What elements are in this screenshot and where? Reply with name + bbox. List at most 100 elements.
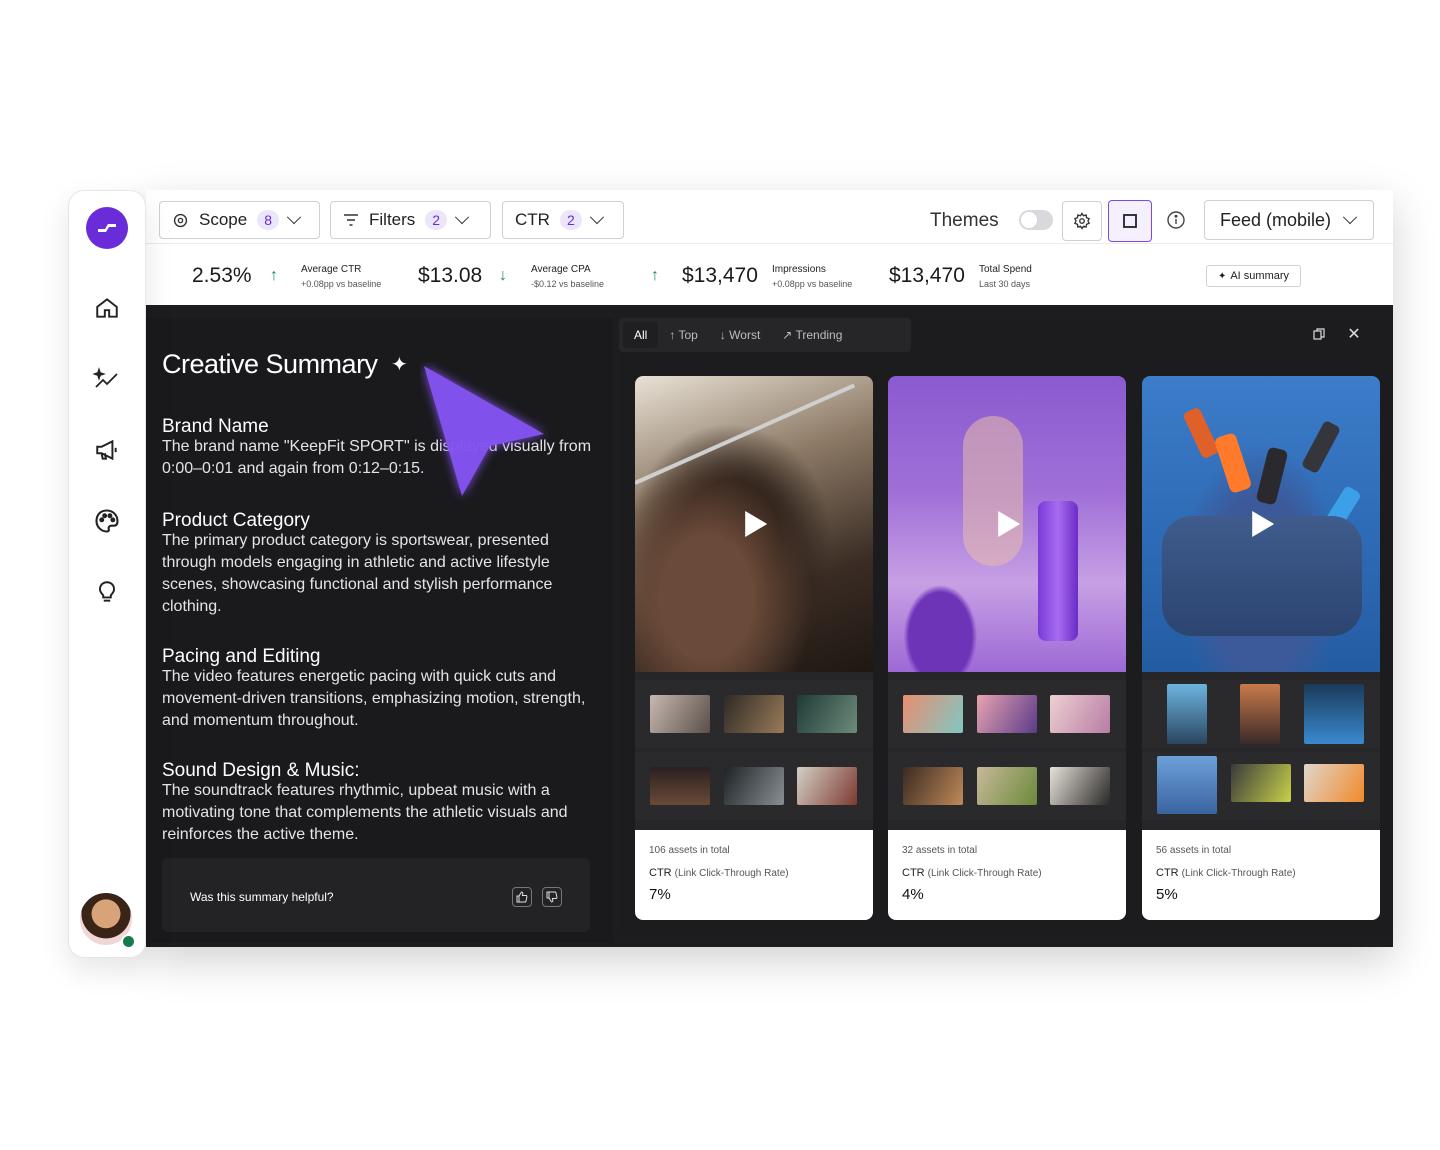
metric-value: 7% [649,886,671,903]
metric-sub: +0.08pp vs baseline [772,279,853,289]
play-button[interactable] [745,511,768,537]
trending-icon: ↗ [782,328,793,342]
thumbnail[interactable] [1050,695,1110,733]
close-icon[interactable]: ✕ [1346,326,1362,343]
tab-all[interactable]: All [623,322,659,348]
metric-name: CTR (Link Click-Through Rate) [902,867,1112,879]
thumbnail[interactable] [650,695,710,733]
sparkle-icon: ✦ [391,354,408,376]
home-icon[interactable] [92,293,122,323]
metric-label: Total Spend [979,264,1032,275]
tab-worst[interactable]: ↓ Worst [709,322,771,348]
thumbnail[interactable] [1157,756,1217,814]
copy-icon[interactable] [1311,326,1327,342]
section-heading: Sound Design & Music: [162,760,360,781]
thumbnail-row [1142,752,1380,820]
thumbnail[interactable] [903,767,963,805]
filter-tabs: All ↑ Top ↓ Worst ↗ Trending [619,318,911,352]
sidebar [68,190,146,958]
filters-count-badge: 2 [425,210,448,230]
ctr-label: CTR [515,210,550,229]
metric-full-label: (Link Click-Through Rate) [1181,868,1296,879]
arrow-up-icon: ↑ [651,267,659,284]
sparkle-chart-icon[interactable] [92,364,122,394]
feed-select-value: Feed (mobile) [1220,209,1332,230]
megaphone-icon[interactable] [92,435,122,465]
thumbnail-row [635,752,873,820]
metrics-bar: 2.53% ↑ Average CTR +0.08pp vs baseline … [146,245,1393,305]
thumbnail[interactable] [1231,764,1291,802]
feed-placement-select[interactable]: Feed (mobile) [1204,200,1374,240]
thumbnail[interactable] [977,695,1037,733]
lightbulb-icon[interactable] [92,577,122,607]
section-body: The video features energetic pacing with… [162,668,586,729]
scope-dropdown[interactable]: Scope 8 [159,201,320,239]
ctr-dropdown[interactable]: CTR 2 [502,201,624,239]
thumbnail[interactable] [724,767,784,805]
thumbnail[interactable] [724,695,784,733]
thumbnail[interactable] [797,767,857,805]
metric-full-label: (Link Click-Through Rate) [927,868,1042,879]
metric-value: $13.08 [418,264,483,287]
ai-summary-button[interactable]: ✦ AI summary [1206,265,1301,287]
section-heading: Pacing and Editing [162,646,321,667]
palette-icon[interactable] [92,506,122,536]
scope-count-badge: 8 [257,210,279,230]
chevron-down-icon [1342,210,1358,225]
brand-logo[interactable] [86,207,128,249]
play-button[interactable] [1252,511,1275,537]
metric-value: 5% [1156,886,1178,903]
tab-label: Trending [795,328,843,342]
metric-value: 2.53% [192,264,252,287]
metric-label: CTR [649,867,672,879]
tab-top[interactable]: ↑ Top [658,322,708,348]
thumbnail-row [888,752,1126,820]
play-button[interactable] [998,511,1021,537]
metric-sub: Last 30 days [979,279,1031,289]
layout-single-button[interactable] [1108,200,1152,242]
filter-icon [344,214,358,226]
card-footer: 106 assets in total CTR (Link Click-Thro… [635,830,873,920]
metric-value: $13,470 [682,264,758,287]
tab-trending[interactable]: ↗ Trending [771,322,853,348]
thumbnail[interactable] [1304,764,1364,802]
themes-toggle[interactable] [1019,210,1053,230]
thumbnail[interactable] [1050,767,1110,805]
asset-count: 106 assets in total [649,845,730,856]
arrow-up-icon: ↑ [669,328,676,342]
tab-label: Worst [729,328,761,342]
metric-value: 4% [902,886,924,903]
section-heading: Brand Name [162,416,269,437]
creative-card[interactable]: 56 assets in total CTR (Link Click-Throu… [1142,376,1380,920]
content-area: Creative Summary ✦ Brand Name The brand … [146,305,1393,947]
thumbs-down-button[interactable] [542,887,562,907]
creative-grid-panel: All ↑ Top ↓ Worst ↗ Trending ✕ 106 asset… [619,318,1393,935]
arrow-up-icon: ↑ [270,267,278,284]
filters-label: Filters [369,210,416,229]
tab-label: All [634,328,648,342]
metric-label: Average CPA [531,264,591,275]
thumbnail[interactable] [977,767,1037,805]
feedback-question: Was this summary helpful? [190,890,334,904]
filters-dropdown[interactable]: Filters 2 [330,201,491,239]
tab-label: Top [678,328,698,342]
thumbnail[interactable] [1167,684,1207,744]
metric-label: CTR [1156,867,1179,879]
square-icon [1123,214,1137,228]
thumbnail-row [635,680,873,748]
info-icon[interactable] [1166,210,1186,230]
thumbnail[interactable] [650,767,710,805]
thumbnail[interactable] [797,695,857,733]
arrow-down-icon: ↓ [499,267,507,284]
asset-count: 56 assets in total [1156,845,1232,856]
creative-card[interactable]: 106 assets in total CTR (Link Click-Thro… [635,376,873,920]
thumbs-up-button[interactable] [512,887,532,907]
arrow-down-icon: ↓ [719,328,726,342]
toolbar: Scope 8 Filters 2 CTR 2 Themes Feed (mob… [146,190,1393,244]
thumbnail[interactable] [1240,684,1280,744]
online-status-indicator [121,934,136,949]
thumbnail[interactable] [1304,684,1364,744]
thumbnail[interactable] [903,695,963,733]
settings-button[interactable] [1062,201,1102,241]
creative-card[interactable]: 32 assets in total CTR (Link Click-Throu… [888,376,1126,920]
